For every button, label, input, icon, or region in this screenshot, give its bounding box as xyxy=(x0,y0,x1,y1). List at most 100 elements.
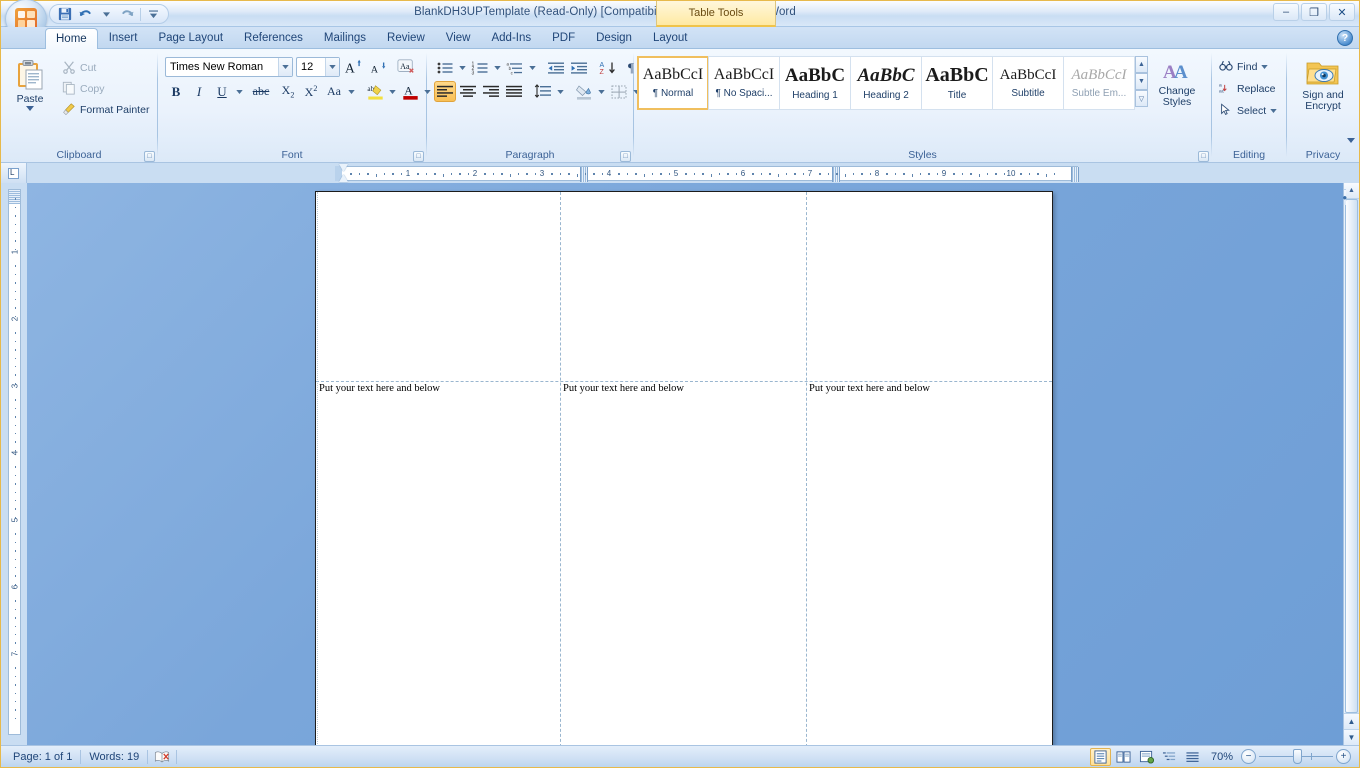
styles-scroll-down-icon[interactable]: ▼ xyxy=(1135,73,1148,90)
clipboard-dialog-launcher[interactable]: □ xyxy=(144,151,155,162)
zoom-in-button[interactable]: + xyxy=(1336,749,1351,764)
full-screen-reading-view-button[interactable] xyxy=(1113,748,1134,766)
ruler-column-marker[interactable] xyxy=(832,167,840,182)
styles-scroll-up-icon[interactable]: ▲ xyxy=(1135,56,1148,73)
grow-font-button[interactable]: A xyxy=(343,56,365,77)
hanging-indent-marker[interactable] xyxy=(339,174,348,182)
paragraph-dialog-launcher[interactable]: □ xyxy=(620,151,631,162)
tab-add-ins[interactable]: Add-Ins xyxy=(481,28,541,48)
align-right-icon[interactable] xyxy=(480,81,502,102)
word-count-indicator[interactable]: Words: 19 xyxy=(81,748,147,766)
style-title[interactable]: AaBbC Title xyxy=(921,56,993,110)
ruler-column-marker[interactable] xyxy=(580,167,588,182)
tab-layout[interactable]: Layout xyxy=(643,28,698,48)
previous-page-icon[interactable]: ▲ xyxy=(1344,713,1359,729)
document-canvas[interactable]: Put your text here and below Put your te… xyxy=(27,183,1359,745)
sign-encrypt-dropdown-arrow[interactable] xyxy=(1347,138,1355,143)
align-center-icon[interactable] xyxy=(457,81,479,102)
style-no-spacing[interactable]: AaBbCcI ¶ No Spaci... xyxy=(708,56,780,110)
first-line-indent-marker[interactable] xyxy=(339,164,348,172)
styles-scrollbar[interactable]: ▲ ▼ ▽ xyxy=(1135,56,1148,107)
italic-button[interactable]: I xyxy=(188,81,210,102)
replace-button[interactable]: a ac Replace xyxy=(1215,79,1280,99)
highlight-dropdown-arrow[interactable] xyxy=(387,81,398,102)
select-button[interactable]: Select xyxy=(1215,101,1281,121)
tab-insert[interactable]: Insert xyxy=(99,28,148,48)
font-color-button[interactable]: A xyxy=(399,81,421,102)
align-left-icon[interactable] xyxy=(434,81,456,102)
tab-design[interactable]: Design xyxy=(586,28,642,48)
increase-indent-icon[interactable] xyxy=(568,57,590,78)
tab-selector-button[interactable]: L xyxy=(1,163,27,183)
style-heading-1[interactable]: AaBbC Heading 1 xyxy=(779,56,851,110)
panel-text-3[interactable]: Put your text here and below xyxy=(809,383,930,394)
find-button[interactable]: Find xyxy=(1215,57,1272,77)
panel-text-2[interactable]: Put your text here and below xyxy=(563,383,684,394)
font-size-dropdown-arrow[interactable] xyxy=(325,57,339,76)
draft-view-button[interactable] xyxy=(1182,748,1203,766)
zoom-track[interactable] xyxy=(1259,749,1333,764)
bold-button[interactable]: B xyxy=(165,81,187,102)
shading-dropdown-arrow[interactable] xyxy=(596,81,607,102)
numbering-icon[interactable]: 123 xyxy=(469,57,491,78)
style-heading-2[interactable]: AaBbC Heading 2 xyxy=(850,56,922,110)
paste-button[interactable]: Paste xyxy=(3,56,57,114)
line-spacing-icon[interactable] xyxy=(532,81,554,102)
restore-button[interactable]: ❐ xyxy=(1301,3,1327,21)
paste-dropdown-arrow[interactable] xyxy=(26,106,34,111)
horizontal-ruler[interactable]: 1 2 3 4 5 6 7 8 9 10 xyxy=(335,166,1079,182)
multilevel-dropdown-arrow[interactable] xyxy=(527,57,538,78)
styles-dialog-launcher[interactable]: □ xyxy=(1198,151,1209,162)
change-styles-button[interactable]: A A Change Styles xyxy=(1148,56,1206,111)
style-subtitle[interactable]: AaBbCcI Subtitle xyxy=(992,56,1064,110)
zoom-slider[interactable]: − + xyxy=(1241,749,1351,764)
sign-and-encrypt-button[interactable]: Sign and Encrypt xyxy=(1290,54,1356,143)
help-icon[interactable]: ? xyxy=(1337,30,1353,46)
bullets-icon[interactable] xyxy=(434,57,456,78)
cut-button[interactable]: Cut xyxy=(58,58,153,78)
change-case-button[interactable]: Aa xyxy=(323,81,345,102)
ruler-column-marker[interactable] xyxy=(1071,167,1079,182)
font-size-combo[interactable]: 12 xyxy=(296,56,340,77)
zoom-level-label[interactable]: 70% xyxy=(1205,751,1239,763)
next-page-icon[interactable]: ▼ xyxy=(1344,729,1359,745)
outline-view-button[interactable] xyxy=(1159,748,1180,766)
tab-references[interactable]: References xyxy=(234,28,313,48)
text-highlight-button[interactable]: ab xyxy=(364,81,386,102)
minimize-button[interactable]: – xyxy=(1273,3,1299,21)
copy-button[interactable]: Copy xyxy=(58,79,153,99)
select-dropdown-arrow[interactable] xyxy=(1270,109,1277,113)
document-page[interactable]: Put your text here and below Put your te… xyxy=(315,191,1053,745)
shrink-font-button[interactable]: A xyxy=(368,56,390,77)
panel-text-1[interactable]: Put your text here and below xyxy=(319,383,440,394)
underline-dropdown-arrow[interactable] xyxy=(234,81,245,102)
print-layout-view-button[interactable] xyxy=(1089,747,1111,766)
decrease-indent-icon[interactable] xyxy=(545,57,567,78)
bullets-dropdown-arrow[interactable] xyxy=(457,57,468,78)
strikethrough-button[interactable]: abc xyxy=(246,81,276,102)
vertical-scrollbar[interactable]: ▲ ▲ ● ▼ xyxy=(1342,183,1359,745)
find-dropdown-arrow[interactable] xyxy=(1261,65,1269,69)
zoom-thumb[interactable] xyxy=(1293,749,1303,764)
tab-review[interactable]: Review xyxy=(377,28,435,48)
change-case-dropdown-arrow[interactable] xyxy=(346,81,357,102)
line-spacing-dropdown-arrow[interactable] xyxy=(555,81,566,102)
proofing-errors-button[interactable] xyxy=(148,748,176,766)
style-subtle-emphasis[interactable]: AaBbCcI Subtle Em... xyxy=(1063,56,1135,110)
close-button[interactable]: ✕ xyxy=(1329,3,1355,21)
numbering-dropdown-arrow[interactable] xyxy=(492,57,503,78)
style-normal[interactable]: AaBbCcI ¶ Normal xyxy=(637,56,709,110)
tab-mailings[interactable]: Mailings xyxy=(314,28,376,48)
clear-formatting-button[interactable]: Aa xyxy=(393,56,419,77)
zoom-out-button[interactable]: − xyxy=(1241,749,1256,764)
justify-icon[interactable] xyxy=(503,81,525,102)
tab-pdf[interactable]: PDF xyxy=(542,28,585,48)
shading-icon[interactable] xyxy=(573,81,595,102)
tab-page-layout[interactable]: Page Layout xyxy=(148,28,233,48)
scrollbar-thumb[interactable] xyxy=(1345,199,1358,713)
page-indicator[interactable]: Page: 1 of 1 xyxy=(5,748,80,766)
web-layout-view-button[interactable] xyxy=(1136,748,1157,766)
font-dialog-launcher[interactable]: □ xyxy=(413,151,424,162)
select-browse-object-icon[interactable]: ● xyxy=(1342,189,1347,205)
superscript-button[interactable]: X2 xyxy=(300,81,322,102)
